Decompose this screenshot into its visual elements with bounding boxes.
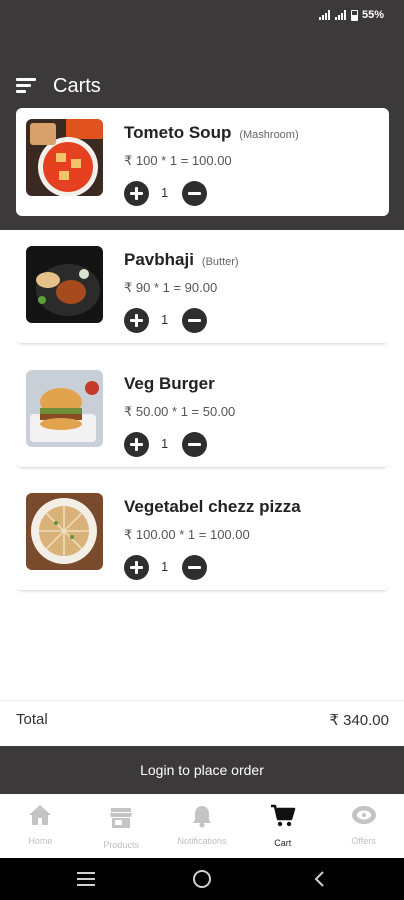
nav-label-products: Products [103,840,139,850]
quantity-value: 1 [161,185,169,200]
nav-label-home: Home [28,836,53,846]
item-variant: (Butter) [201,256,239,268]
cart-item-pavbhaji[interactable]: Pavbhaji (Butter) ₹ 90 * 1 = 90.00 1 [16,235,389,343]
bell-icon [192,806,211,828]
decrease-quantity-button[interactable] [182,555,207,580]
item-name: Vegetabel chezz pizza [124,497,301,516]
battery-percent: 55% [361,9,384,21]
veg-pizza-image [26,493,103,570]
cart-item-veg-pizza[interactable]: Vegetabel chezz pizza ₹ 100.00 * 1 = 100… [16,482,389,590]
item-price-line: ₹ 100.00 * 1 = 100.00 [124,527,250,542]
offers-icon [351,806,376,824]
increase-quantity-button[interactable] [124,432,149,457]
home-button-icon[interactable] [192,869,212,889]
page-title: Carts [53,75,101,97]
nav-item-notifications[interactable]: Notifications [162,794,243,858]
battery-icon [350,9,358,21]
item-price-line: ₹ 100 * 1 = 100.00 [124,153,232,168]
item-variant: (Mashroom) [239,129,299,141]
home-icon [29,805,52,825]
nav-label-cart: Cart [274,838,292,848]
item-name: Tometo Soup (Mashroom) [124,123,299,142]
decrease-quantity-button[interactable] [182,308,207,333]
cart-total-row: Total ₹ 340.00 [0,700,404,736]
item-price-line: ₹ 50.00 * 1 = 50.00 [124,404,236,419]
total-value: ₹ 340.00 [329,712,389,729]
menu-icon[interactable] [16,78,36,94]
item-name: Veg Burger [124,374,215,393]
nav-item-home[interactable]: Home [0,794,81,858]
system-navigation-bar [0,858,404,900]
status-bar: 55% [0,0,404,34]
recent-apps-icon[interactable] [76,871,96,887]
nav-label-offers: Offers [351,836,376,846]
cart-icon [270,804,296,827]
pavbhaji-image [26,246,103,323]
quantity-value: 1 [161,312,169,327]
store-icon [110,808,133,828]
decrease-quantity-button[interactable] [182,432,207,457]
bottom-navigation: Home Products Notifications Cart Offers [0,794,404,858]
nav-item-products[interactable]: Products [81,794,162,858]
nav-item-cart[interactable]: Cart [242,794,323,858]
signal-icon-2 [334,10,347,20]
login-to-place-order-button[interactable]: Login to place order [0,746,404,794]
nav-item-offers[interactable]: Offers [323,794,404,858]
decrease-quantity-button[interactable] [182,181,207,206]
item-price-line: ₹ 90 * 1 = 90.00 [124,280,218,295]
tomato-soup-image [26,119,103,196]
signal-icon [318,10,331,20]
cart-item-tomato-soup[interactable]: Tometo Soup (Mashroom) ₹ 100 * 1 = 100.00… [16,108,389,216]
back-icon[interactable] [312,870,326,888]
item-name: Pavbhaji (Butter) [124,250,239,269]
total-label: Total [16,711,48,728]
veg-burger-image [26,370,103,447]
quantity-value: 1 [161,559,169,574]
increase-quantity-button[interactable] [124,555,149,580]
increase-quantity-button[interactable] [124,181,149,206]
quantity-value: 1 [161,436,169,451]
status-icons: 55% [318,9,384,21]
cart-item-veg-burger[interactable]: Veg Burger ₹ 50.00 * 1 = 50.00 1 [16,359,389,467]
nav-label-notifications: Notifications [177,836,227,846]
increase-quantity-button[interactable] [124,308,149,333]
